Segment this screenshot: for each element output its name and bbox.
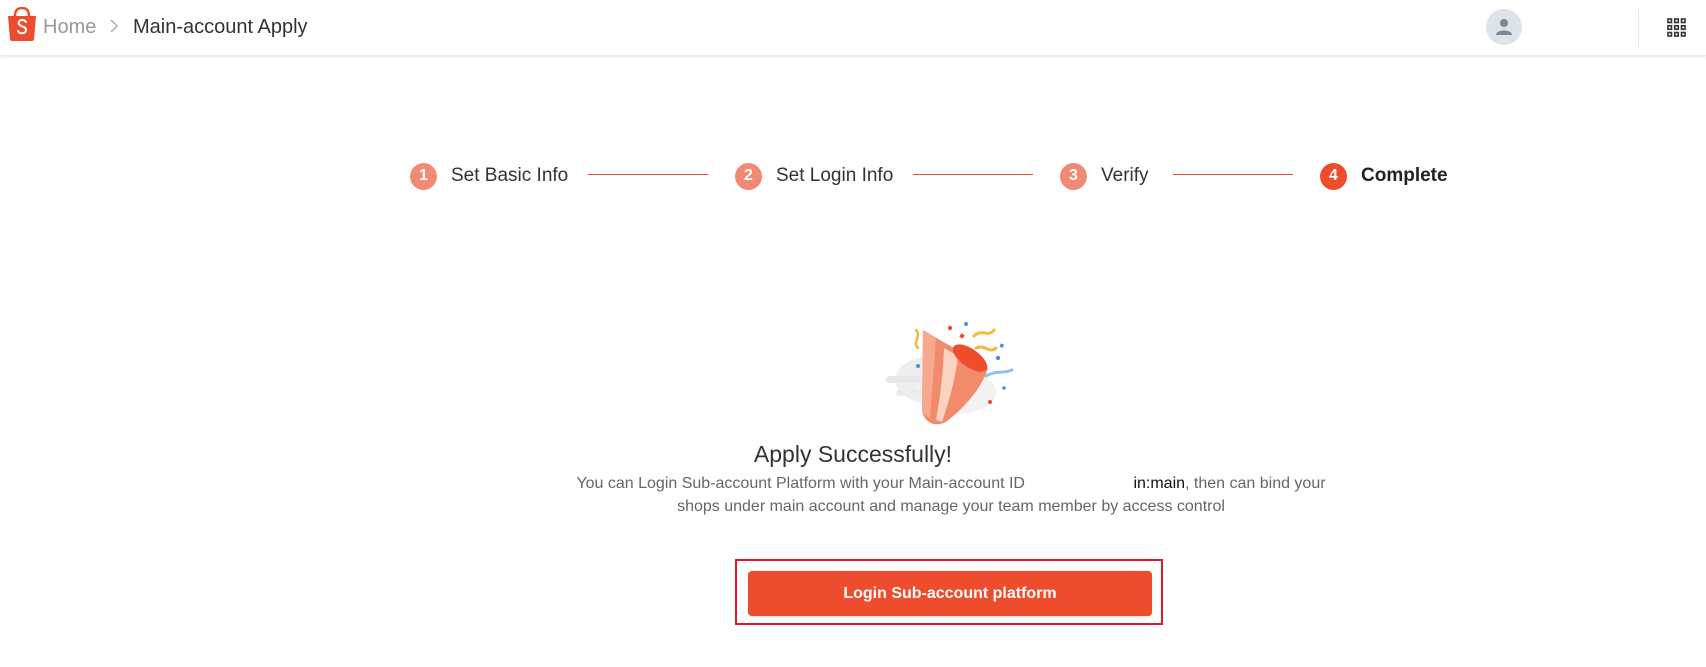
user-avatar-icon[interactable]	[1486, 9, 1522, 45]
step-label: Set Basic Info	[451, 165, 569, 186]
step-connector	[913, 174, 1033, 175]
success-description: You can Login Sub-account Platform with …	[553, 472, 1349, 518]
chevron-right-icon	[106, 18, 122, 34]
breadcrumb-current-page: Main-account Apply	[133, 16, 308, 38]
step-complete: 4 Complete	[1320, 162, 1448, 190]
masked-account-prefix: xxxxxxxxxxxxx	[1024, 475, 1134, 492]
step-number-badge: 3	[1060, 162, 1087, 190]
step-label: Complete	[1361, 165, 1448, 186]
step-number-badge: 1	[410, 162, 437, 190]
description-text: You can Login Sub-account Platform with …	[576, 475, 1025, 492]
step-set-login-info: 2 Set Login Info	[735, 162, 893, 190]
step-number-badge: 4	[1320, 162, 1347, 190]
header-divider	[1638, 9, 1639, 46]
step-connector	[1173, 174, 1293, 175]
apps-grid-icon[interactable]	[1667, 18, 1686, 37]
step-label: Verify	[1101, 165, 1149, 186]
breadcrumb-home-link[interactable]: Home	[43, 16, 96, 39]
step-connector	[588, 174, 708, 175]
shopee-bag-icon[interactable]	[6, 6, 38, 41]
step-set-basic-info: 1 Set Basic Info	[410, 162, 568, 190]
step-number-badge: 2	[735, 162, 762, 190]
main-account-id: in:main	[1133, 475, 1186, 492]
step-label: Set Login Info	[776, 165, 894, 186]
step-verify: 3 Verify	[1060, 162, 1149, 190]
login-sub-account-button[interactable]: Login Sub-account platform	[748, 571, 1152, 616]
success-title: Apply Successfully!	[753, 441, 953, 467]
party-popper-icon	[878, 318, 1023, 436]
top-bar: Home Main-account Apply	[0, 0, 1706, 56]
